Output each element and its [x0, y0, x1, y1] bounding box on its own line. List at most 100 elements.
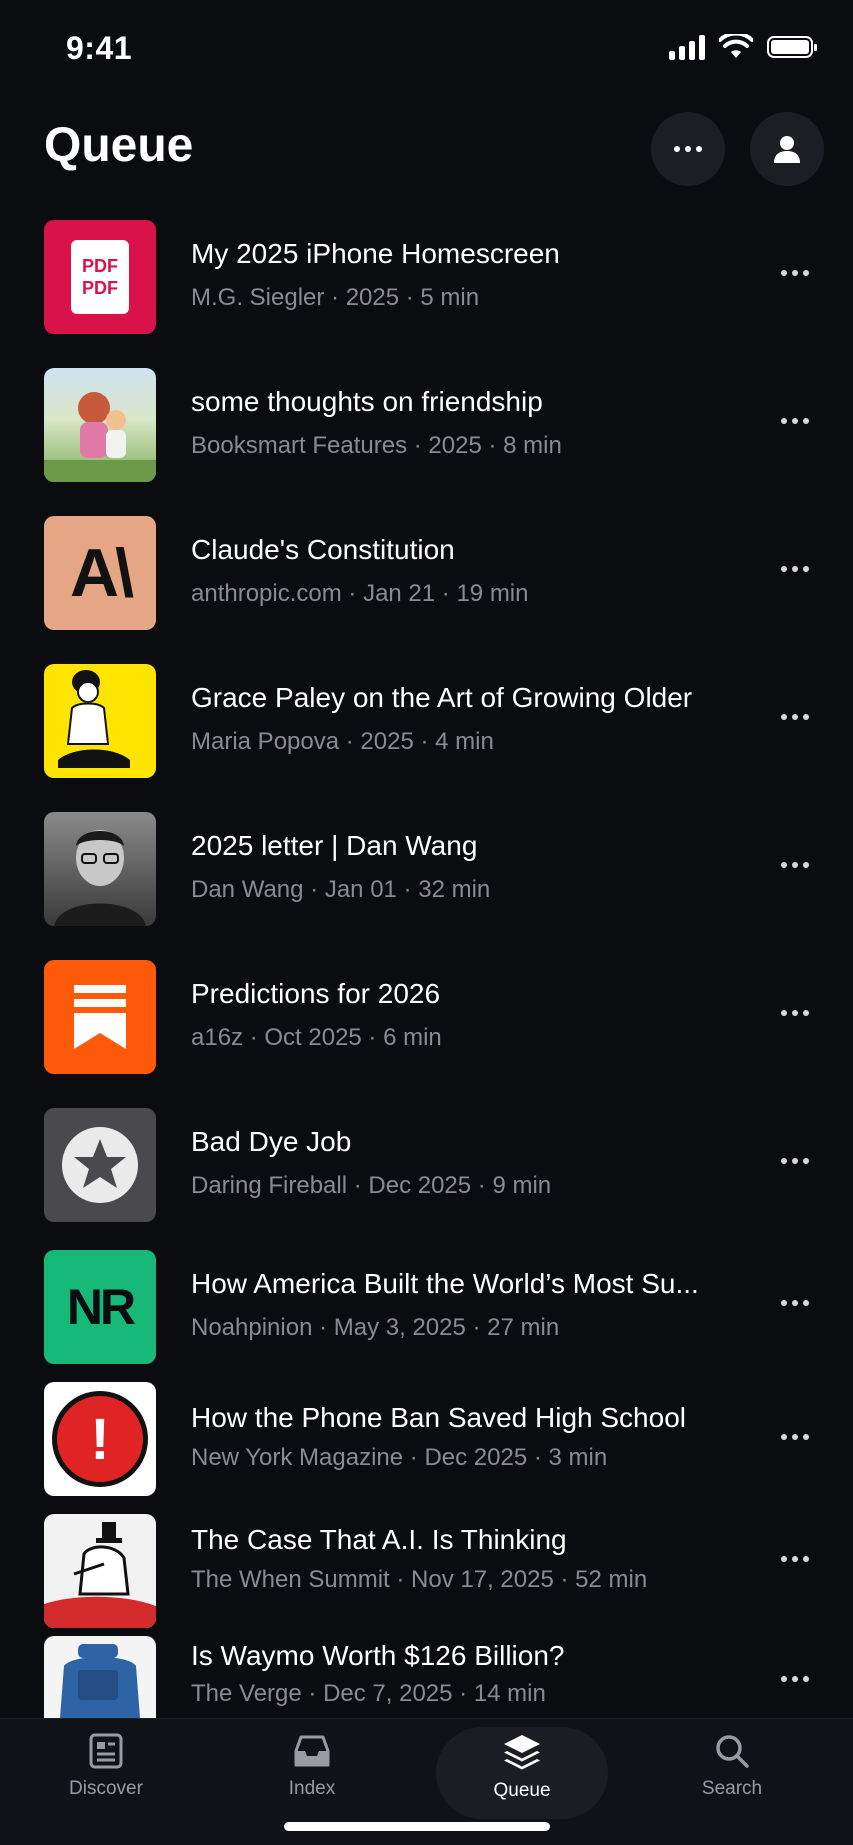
tab-label: Queue [493, 1780, 551, 1801]
list-item[interactable]: ! How the Phone Ban Saved High School Ne… [0, 1382, 853, 1504]
item-title: Claude's Constitution [191, 534, 455, 565]
item-title: some thoughts on friendship [191, 386, 543, 417]
ellipsis-icon [781, 1556, 809, 1562]
more-options-button[interactable] [651, 112, 725, 186]
list-item[interactable]: A\ Claude's Constitution anthropic.com ·… [0, 506, 853, 630]
article-thumbnail: PDF PDF [44, 220, 156, 334]
item-more-button[interactable] [775, 264, 815, 282]
stack-icon [504, 1735, 540, 1770]
list-item[interactable]: NR How America Built the World’s Most Su… [0, 1240, 853, 1364]
tab-discover[interactable]: Discover [31, 1733, 181, 1800]
item-meta: Booksmart Features · 2025 · 8 min [191, 432, 562, 459]
inbox-icon [294, 1735, 330, 1767]
item-title: Predictions for 2026 [191, 978, 441, 1009]
noahpinion-logo: NR [66, 1279, 136, 1335]
article-thumbnail [44, 1636, 156, 1718]
tab-search[interactable]: Search [657, 1733, 807, 1800]
item-more-button[interactable] [775, 856, 815, 874]
item-meta: M.G. Siegler · 2025 · 5 min [191, 284, 480, 311]
item-more-button[interactable] [775, 412, 815, 430]
list-item[interactable]: some thoughts on friendship Booksmart Fe… [0, 358, 853, 482]
ellipsis-icon [781, 1300, 809, 1306]
list-item[interactable]: 2025 letter | Dan Wang Dan Wang · Jan 01… [0, 802, 853, 926]
item-title: How America Built the World’s Most Su... [191, 1268, 699, 1299]
list-item[interactable]: The Case That A.I. Is Thinking The When … [0, 1506, 853, 1628]
ellipsis-icon [781, 862, 809, 868]
ellipsis-icon [674, 146, 702, 152]
ellipsis-icon [781, 1010, 809, 1016]
ellipsis-icon [781, 1158, 809, 1164]
ellipsis-icon [781, 714, 809, 720]
item-title: Grace Paley on the Art of Growing Older [191, 682, 693, 713]
item-title: Bad Dye Job [191, 1126, 352, 1157]
star-icon [62, 1127, 138, 1203]
battery-icon [767, 36, 817, 58]
article-thumbnail [44, 1108, 156, 1222]
wifi-icon [719, 34, 753, 58]
ellipsis-icon [781, 1676, 809, 1682]
portrait-photo [54, 830, 146, 926]
status-time: 9:41 [66, 30, 133, 66]
item-more-button[interactable] [775, 1004, 815, 1022]
item-title: The Case That A.I. Is Thinking [191, 1524, 567, 1555]
article-thumbnail [44, 960, 156, 1074]
item-meta: The Verge · Dec 7, 2025 · 14 min [191, 1680, 546, 1707]
ellipsis-icon [781, 1434, 809, 1440]
cellular-signal-icon [669, 34, 705, 60]
item-meta: New York Magazine · Dec 2025 · 3 min [191, 1444, 608, 1471]
item-meta: The When Summit · Nov 17, 2025 · 52 min [191, 1566, 648, 1593]
tab-label: Index [288, 1778, 336, 1799]
tab-index[interactable]: Index [237, 1733, 387, 1800]
profile-button[interactable] [750, 112, 824, 186]
item-more-button[interactable] [775, 1428, 815, 1446]
item-title: 2025 letter | Dan Wang [191, 830, 478, 861]
item-meta: Daring Fireball · Dec 2025 · 9 min [191, 1172, 552, 1199]
article-thumbnail [44, 812, 156, 926]
tab-label: Search [701, 1778, 763, 1799]
waymo-car-photo [60, 1644, 140, 1718]
article-thumbnail: ! [44, 1382, 156, 1496]
tab-queue[interactable]: Queue [447, 1733, 597, 1802]
status-bar: 9:41 [0, 0, 853, 100]
tab-bar: Discover Index Queue Search [0, 1718, 853, 1845]
home-indicator [284, 1822, 550, 1831]
ellipsis-icon [781, 418, 809, 424]
page-title: Queue [44, 119, 194, 172]
newspaper-icon [89, 1733, 123, 1769]
item-title: How the Phone Ban Saved High School [191, 1402, 686, 1433]
article-thumbnail: A\ [44, 516, 156, 630]
list-item[interactable]: Predictions for 2026 a16z · Oct 2025 · 6… [0, 950, 853, 1074]
item-meta: anthropic.com · Jan 21 · 19 min [191, 580, 529, 607]
article-thumbnail [44, 1514, 156, 1628]
tab-label: Discover [69, 1778, 143, 1799]
article-thumbnail [44, 368, 156, 482]
ellipsis-icon [781, 270, 809, 276]
item-more-button[interactable] [775, 560, 815, 578]
item-more-button[interactable] [775, 1670, 815, 1688]
person-icon [774, 136, 800, 163]
item-meta: Maria Popova · 2025 · 4 min [191, 728, 494, 755]
illustration-icon [58, 670, 130, 768]
item-more-button[interactable] [775, 1294, 815, 1312]
illustration-icon [44, 392, 156, 482]
list-item[interactable]: Grace Paley on the Art of Growing Older … [0, 654, 853, 778]
anthropic-logo: A\ [70, 535, 134, 611]
search-icon [716, 1735, 749, 1768]
item-title: My 2025 iPhone Homescreen [191, 238, 560, 269]
item-meta: Noahpinion · May 3, 2025 · 27 min [191, 1314, 560, 1341]
illustration-icon [44, 1522, 156, 1628]
item-meta: a16z · Oct 2025 · 6 min [191, 1024, 442, 1051]
status-icons [669, 34, 817, 60]
list-item[interactable]: Bad Dye Job Daring Fireball · Dec 2025 ·… [0, 1098, 853, 1222]
article-thumbnail [44, 664, 156, 778]
article-thumbnail: NR [44, 1250, 156, 1364]
bookmark-icon [74, 985, 126, 1049]
item-more-button[interactable] [775, 1152, 815, 1170]
pdf-icon: PDF PDF [71, 240, 129, 314]
list-item[interactable]: PDF PDF My 2025 iPhone Homescreen M.G. Si… [0, 210, 853, 334]
item-title: Is Waymo Worth $126 Billion? [191, 1640, 565, 1671]
ellipsis-icon [781, 566, 809, 572]
item-more-button[interactable] [775, 708, 815, 726]
alert-icon: ! [52, 1391, 148, 1487]
item-more-button[interactable] [775, 1550, 815, 1568]
